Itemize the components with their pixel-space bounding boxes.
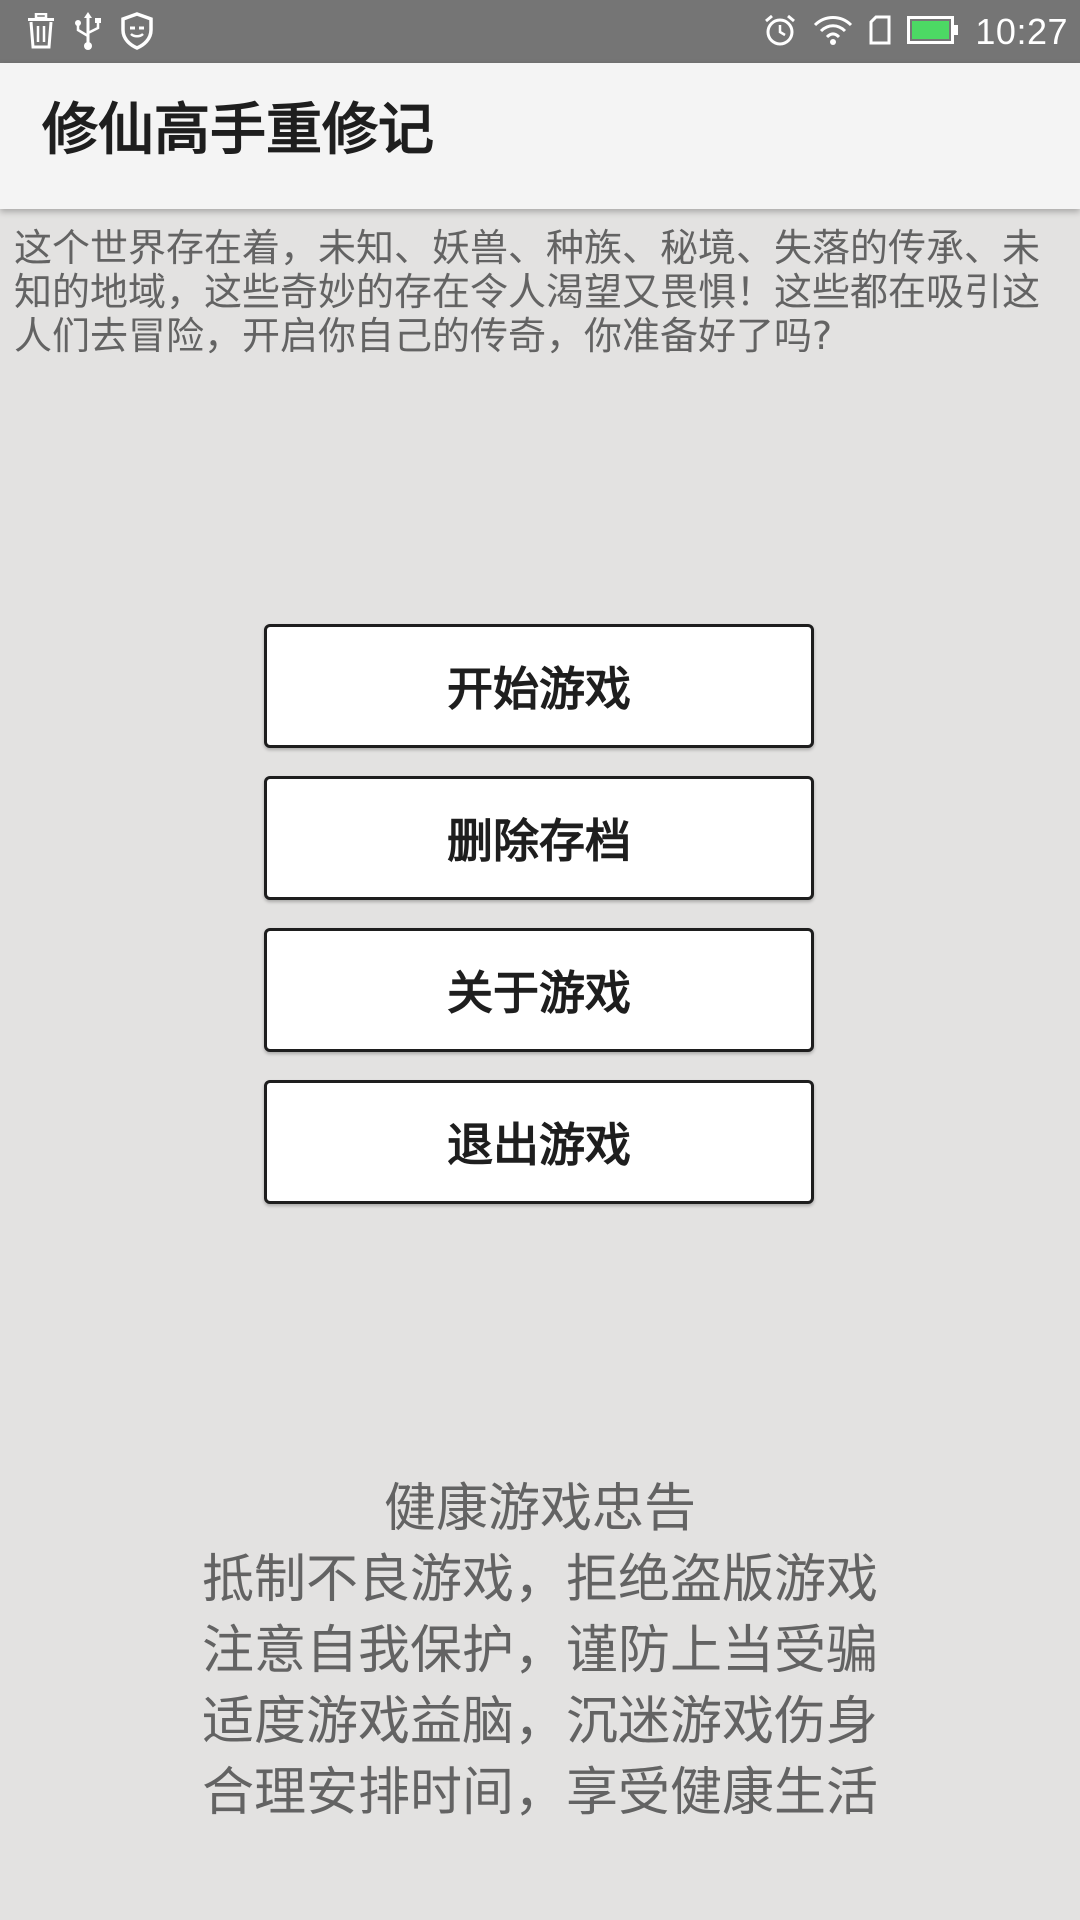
health-notice-line: 适度游戏益脑，沉迷游戏伤身 bbox=[201, 1692, 878, 1752]
battery-icon bbox=[907, 15, 959, 48]
health-notice-line: 抵制不良游戏，拒绝盗版游戏 bbox=[201, 1550, 878, 1610]
status-left-icons bbox=[26, 12, 154, 54]
app-bar: 修仙高手重修记 bbox=[0, 63, 1080, 209]
shield-icon bbox=[120, 12, 154, 54]
status-bar: 10:27 bbox=[0, 0, 1080, 63]
start-game-button[interactable]: 开始游戏 bbox=[264, 624, 814, 748]
delete-save-button[interactable]: 删除存档 bbox=[264, 776, 814, 900]
alarm-icon bbox=[763, 13, 797, 51]
trash-icon bbox=[26, 12, 56, 53]
intro-text: 这个世界存在着，未知、妖兽、种族、秘境、失落的传承、未知的地域，这些奇妙的存在令… bbox=[14, 226, 1041, 358]
usb-icon bbox=[74, 12, 102, 54]
health-notice-title: 健康游戏忠告 bbox=[383, 1479, 696, 1539]
health-notice: 健康游戏忠告 抵制不良游戏，拒绝盗版游戏 注意自我保护，谨防上当受骗 适度游戏益… bbox=[0, 1474, 1080, 1829]
sim-card-icon bbox=[869, 15, 891, 49]
wifi-icon bbox=[813, 15, 853, 49]
about-game-button[interactable]: 关于游戏 bbox=[264, 928, 814, 1052]
exit-game-button[interactable]: 退出游戏 bbox=[264, 1080, 814, 1204]
app-title: 修仙高手重修记 bbox=[42, 98, 434, 163]
status-time: 10:27 bbox=[975, 10, 1068, 52]
health-notice-line: 注意自我保护，谨防上当受骗 bbox=[201, 1621, 878, 1681]
main-menu: 开始游戏 删除存档 关于游戏 退出游戏 bbox=[264, 624, 814, 1232]
health-notice-line: 合理安排时间，享受健康生活 bbox=[201, 1763, 878, 1823]
status-right-icons: 10:27 bbox=[763, 0, 1068, 63]
